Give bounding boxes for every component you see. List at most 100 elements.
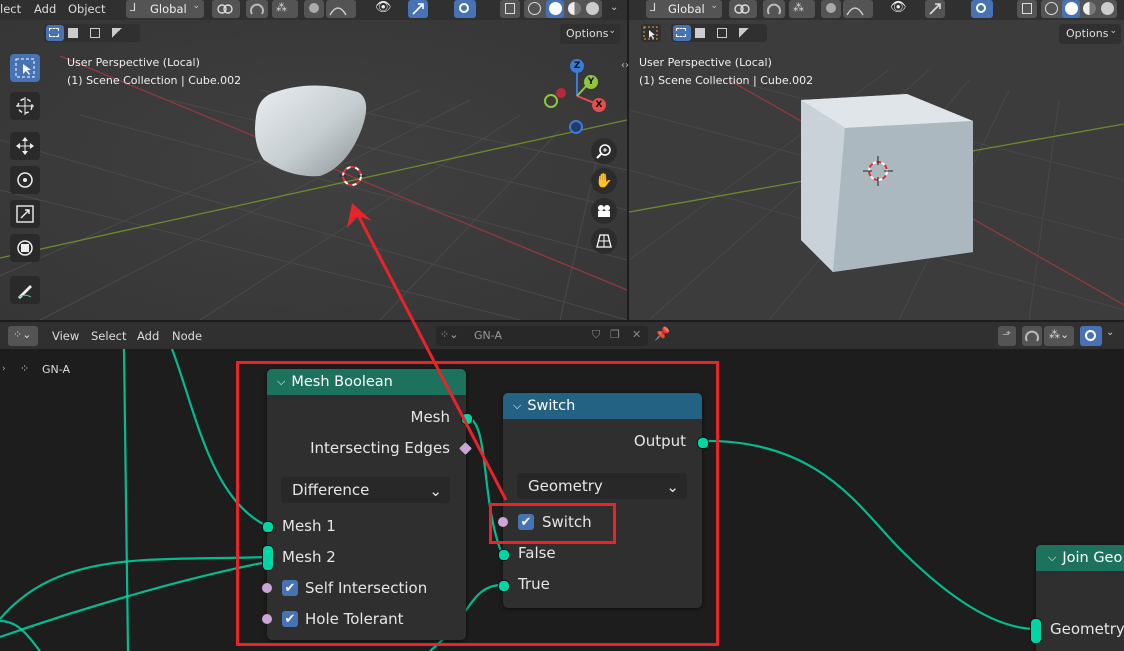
gizmo-arrow-icon: [412, 3, 424, 15]
right-shading-modes[interactable]: [1041, 0, 1117, 18]
select-subtract-icon[interactable]: [90, 28, 100, 38]
gizmo-neg-y[interactable]: [556, 88, 566, 98]
duplicate-icon[interactable]: ❐: [610, 328, 620, 341]
parent-node-tree-button[interactable]: ⬏: [998, 326, 1016, 346]
snap-magnet-icon: [767, 3, 781, 15]
menu-object[interactable]: Object: [68, 2, 105, 16]
solid-shading-icon[interactable]: [1062, 0, 1080, 18]
select-intersect-icon[interactable]: [739, 28, 749, 38]
nodetree-selector[interactable]: ⁘⌄ GN-A ⛉ ❐ ✕: [436, 326, 648, 346]
gizmo-x-axis[interactable]: X: [592, 98, 606, 112]
area-collapse-icon[interactable]: ‹›: [621, 60, 629, 71]
breadcrumb-nodetree-icon: ⁘: [20, 362, 30, 375]
transform-orientation-dropdown[interactable]: ⅃ Global ⌄: [126, 0, 204, 18]
visibility-dropdown[interactable]: 👁: [372, 0, 404, 18]
overlays-chevron-icon[interactable]: ⌄: [1106, 327, 1114, 338]
zoom-button[interactable]: [591, 138, 617, 164]
select-subtract-icon[interactable]: [717, 28, 727, 38]
breadcrumb-expand-icon[interactable]: ›: [2, 364, 6, 374]
select-mode-buttons[interactable]: [44, 24, 140, 42]
shading-chevron-icon[interactable]: ⌄: [610, 2, 618, 13]
scale-tool[interactable]: [10, 200, 40, 228]
proportional-editing-button[interactable]: [304, 0, 324, 18]
material-shading-icon[interactable]: [568, 2, 581, 15]
left-3d-viewport[interactable]: User Perspective (Local) (1) Scene Colle…: [0, 20, 627, 320]
falloff-dropdown[interactable]: [326, 0, 356, 18]
node-overlays-toggle[interactable]: [1080, 326, 1102, 346]
select-intersect-icon[interactable]: [112, 28, 122, 38]
move-tool[interactable]: [10, 132, 40, 160]
pivot-icon: [217, 4, 233, 14]
node-snap-button[interactable]: [1022, 326, 1042, 346]
gizmo-toggle[interactable]: [408, 0, 428, 18]
right-options-dropdown[interactable]: Options ⌄: [1059, 24, 1121, 44]
select-box-mode-icon[interactable]: [673, 25, 691, 41]
collapse-chevron-icon[interactable]: ⌵: [1048, 551, 1056, 565]
shading-modes[interactable]: [524, 0, 602, 18]
solid-shading-icon[interactable]: [546, 0, 564, 18]
snap-button[interactable]: [246, 0, 268, 18]
fake-user-shield-icon[interactable]: ⛉: [592, 328, 600, 342]
select-box-mode-icon[interactable]: [46, 25, 64, 41]
editor-type-dropdown[interactable]: ⁘⌄: [8, 326, 38, 346]
snap-target-dropdown[interactable]: ⁂: [272, 0, 298, 18]
menu-node[interactable]: Node: [172, 329, 202, 343]
material-shading-icon[interactable]: [1083, 2, 1096, 15]
menu-select[interactable]: Select: [91, 329, 126, 343]
join-geometry-node[interactable]: ⌵ Join Geo Geometry: [1036, 545, 1124, 651]
perspective-toggle-button[interactable]: [591, 228, 617, 254]
right-tool-toggle[interactable]: [641, 24, 661, 42]
right-transform-orientation-dropdown[interactable]: ⅃ Global ⌄: [646, 0, 722, 18]
right-xray-toggle[interactable]: [1017, 0, 1037, 18]
node-snap-target-dropdown[interactable]: ⁂⌄: [1044, 326, 1074, 346]
pivot-point-button[interactable]: [212, 0, 240, 18]
rendered-shading-icon[interactable]: [586, 2, 599, 15]
right-visibility-dropdown[interactable]: 👁: [887, 0, 919, 18]
gizmo-neg-z[interactable]: [569, 120, 583, 134]
socket-join-geometry-input[interactable]: [1030, 618, 1042, 644]
transform-tool[interactable]: [10, 234, 40, 262]
chevron-down-icon: ⌄: [608, 26, 616, 36]
left-options-dropdown[interactable]: Options ⌄: [560, 24, 620, 44]
chevron-down-icon: ⌄: [1109, 26, 1117, 36]
right-pivot-point-button[interactable]: [729, 0, 757, 18]
gizmo-z-axis[interactable]: Z: [570, 59, 584, 73]
pin-icon[interactable]: 📌: [654, 327, 670, 342]
gizmo-neg-x[interactable]: [544, 94, 558, 108]
right-proportional-editing-button[interactable]: [821, 0, 841, 18]
snap-grid-icon: ⁂: [276, 1, 287, 14]
nodetree-name[interactable]: GN-A: [474, 329, 502, 342]
orientation-icon: ⅃: [130, 1, 137, 14]
rotate-tool[interactable]: [10, 166, 40, 194]
unlink-x-icon[interactable]: ✕: [632, 328, 641, 341]
right-snap-button[interactable]: [763, 0, 785, 18]
wireframe-shading-icon[interactable]: [528, 2, 541, 15]
select-extend-icon[interactable]: [68, 28, 78, 38]
cursor-tool[interactable]: [10, 92, 40, 120]
overlays-toggle[interactable]: [454, 0, 476, 18]
menu-add[interactable]: Add: [34, 2, 56, 16]
right-select-mode-buttons[interactable]: [671, 24, 767, 42]
transform-icon: [17, 240, 33, 256]
join-geometry-header[interactable]: ⌵ Join Geo: [1036, 545, 1124, 571]
navigation-gizmo[interactable]: Z Y X: [540, 58, 614, 136]
pivot-icon: [734, 4, 750, 14]
select-tool[interactable]: [10, 54, 40, 82]
gizmo-y-axis[interactable]: Y: [584, 75, 598, 89]
right-snap-target-dropdown[interactable]: ⁂: [789, 0, 815, 18]
camera-view-button[interactable]: [591, 198, 617, 224]
wireframe-shading-icon[interactable]: [1045, 2, 1058, 15]
right-falloff-dropdown[interactable]: [843, 0, 873, 18]
right-gizmo-toggle[interactable]: [925, 0, 945, 18]
menu-add[interactable]: Add: [137, 329, 159, 343]
menu-select[interactable]: lect: [0, 2, 21, 16]
node-canvas[interactable]: › ⁘ GN-A ⌵ Mesh Boolean Mesh Intersectin…: [0, 349, 1124, 651]
pan-button[interactable]: ✋: [591, 168, 617, 194]
menu-view[interactable]: View: [52, 329, 79, 343]
xray-toggle[interactable]: [500, 0, 520, 18]
rendered-shading-icon[interactable]: [1101, 2, 1114, 15]
annotate-tool[interactable]: [10, 276, 40, 304]
right-3d-viewport[interactable]: User Perspective (Local) (1) Scene Colle…: [629, 20, 1124, 320]
select-extend-icon[interactable]: [695, 28, 705, 38]
right-overlays-toggle[interactable]: [971, 0, 993, 18]
